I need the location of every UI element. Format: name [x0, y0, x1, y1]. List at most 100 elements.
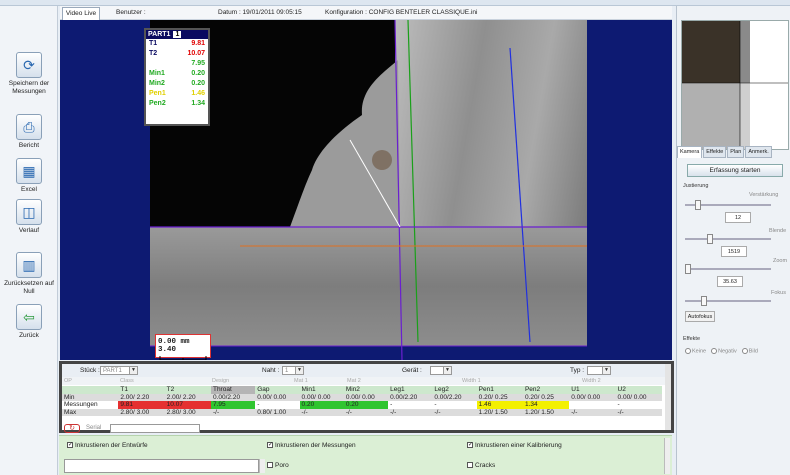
chevron-down-icon[interactable]: ▼ [602, 367, 610, 374]
notes-textarea[interactable] [64, 459, 259, 473]
measurement-overlay: PART1 1 T1 9.81 T2 10.07 7.95 Min1 0.20 Min2 0.2… [144, 28, 210, 126]
table-cell: -/- [299, 408, 344, 416]
table-header-cell: Pen1 [476, 386, 523, 394]
excel-icon: ▦ [16, 158, 42, 184]
table-cell: 0.20 [343, 401, 389, 409]
gain-slider[interactable] [685, 200, 771, 210]
typ-select[interactable]: ▼ [587, 366, 611, 375]
table-cell: - [615, 401, 662, 409]
radio-keine-circle[interactable] [685, 348, 691, 354]
fokus-label: Fokus [771, 290, 786, 296]
radio-bild[interactable]: Bild [741, 348, 758, 354]
overlay-row-value: 9.81 [191, 40, 205, 47]
checkbox-kalibrierung[interactable]: ✓ [467, 442, 473, 449]
right-panel: Kamera Effekte Plan Anmerk. Erfassung st… [676, 6, 790, 475]
scale-text: 0.00 mm 3.40 [158, 338, 190, 354]
ghost-width1: Width 1 [462, 378, 481, 384]
back-button[interactable]: ⇦ Zurück [4, 304, 54, 340]
check-entwuerfe[interactable]: ✓ Inkrustieren der Entwürfe [67, 442, 148, 449]
history-button[interactable]: ◫ Verlauf [4, 199, 54, 235]
radio-bild-circle[interactable] [741, 348, 748, 354]
naht-select[interactable]: 1 ▼ [282, 366, 304, 375]
start-capture-button[interactable]: Erfassung starten [687, 164, 783, 177]
table-row-label: Messungen [64, 401, 98, 408]
table-cell: 0.00/ 0.00 [299, 393, 344, 401]
table-header-cell: Gap [255, 386, 300, 394]
overlay-row: Min2 0.20 [146, 79, 208, 89]
back-arrow-icon: ⇦ [16, 304, 42, 330]
serial-input[interactable] [110, 424, 200, 433]
zoom-slider-thumb[interactable] [685, 264, 691, 274]
check-messungen[interactable]: ✓ Inkrustieren der Messungen [267, 442, 356, 449]
checkbox-messungen[interactable]: ✓ [267, 442, 273, 449]
save-measurements-button[interactable]: ⟳ Speichern der Messungen [4, 52, 54, 96]
overlay-row-key: Pen2 [149, 100, 166, 107]
radio-keine[interactable]: Keine [685, 348, 706, 354]
zoom-label: Zoom [773, 258, 788, 264]
excel-button[interactable]: ▦ Excel [4, 158, 54, 194]
overlay-row-value: 7.95 [191, 60, 205, 67]
panel-right-scrollbar[interactable] [664, 438, 670, 474]
table-cell: 0.00/ 0.00 [343, 393, 389, 401]
stueck-select[interactable]: PART1 ▼ [100, 366, 138, 375]
aperture-field[interactable]: 1519 [721, 246, 747, 257]
tab-anmerk[interactable]: Anmerk. [745, 146, 772, 158]
ghost-design: Design [212, 378, 230, 384]
report-button[interactable]: ⎙ Bericht [4, 114, 54, 150]
weld-porosity [372, 150, 392, 170]
measure-line-green [407, 20, 419, 343]
radio-negativ[interactable]: Negativ [711, 348, 737, 354]
table-cell: -/- [210, 408, 256, 416]
check-cracks[interactable]: Cracks [467, 462, 495, 469]
ghost-op: OP [64, 378, 72, 384]
tab-plan[interactable]: Plan [727, 146, 745, 158]
geraet-label: Gerät : [402, 367, 422, 374]
overlay-row-value: 0.20 [191, 70, 205, 77]
blende-label: Blende [769, 228, 787, 234]
chevron-down-icon[interactable]: ▼ [295, 367, 303, 374]
tab-video-live[interactable]: Video Live [62, 7, 100, 20]
table-cell: - [432, 401, 477, 409]
refresh-icon[interactable]: ↻ [64, 424, 80, 433]
geraet-select[interactable]: ▼ [430, 366, 452, 375]
check-kalibrierung[interactable]: ✓ Inkrustieren einer Kalibrierung [467, 442, 562, 449]
gain-slider-thumb[interactable] [695, 200, 701, 210]
check-entwuerfe-label: Inkrustieren der Entwürfe [75, 442, 148, 449]
focus-slider-thumb[interactable] [701, 296, 707, 306]
focus-slider[interactable] [685, 296, 771, 306]
panel-scrollbar[interactable] [665, 364, 671, 430]
checkbox-entwuerfe[interactable]: ✓ [67, 442, 73, 449]
overlay-row-value: 1.34 [191, 100, 205, 107]
table-row: Max 2.80/ 3.00 2.80/ 3.00 -/- 0.80/ 1.00 -/- -… [62, 408, 662, 416]
aperture-slider-thumb[interactable] [707, 234, 713, 244]
autofocus-button[interactable]: Autofokus [685, 311, 715, 322]
table-cell: 1.46 [476, 401, 523, 409]
table-row-label: Max [62, 408, 119, 416]
video-view[interactable]: PART1 1 T1 9.81 T2 10.07 7.95 Min1 0.20 Min2 0.2… [60, 20, 672, 360]
table-header-cell: Throat [210, 386, 256, 394]
checkbox-poro[interactable] [267, 462, 273, 469]
konfiguration-label: Konfiguration : CONFIG BENTELER CLASSIQU… [325, 9, 478, 16]
radio-negativ-circle[interactable] [711, 348, 718, 354]
tab-effekte[interactable]: Effekte [703, 146, 727, 158]
zoom-slider[interactable] [685, 264, 771, 274]
zoom-field[interactable]: 35.63 [717, 276, 743, 287]
effect-radios: Keine Negativ Bild [685, 348, 758, 354]
table-header-cell: T2 [164, 386, 211, 394]
gain-field[interactable]: 12 [725, 212, 751, 223]
tab-kamera[interactable]: Kamera [677, 146, 703, 158]
aperture-slider[interactable] [685, 234, 771, 244]
table-cell: 1.34 [522, 401, 570, 409]
table-header-cell: Leg1 [388, 386, 433, 394]
notes-scrollbar[interactable] [259, 459, 265, 473]
chevron-down-icon[interactable]: ▼ [129, 367, 137, 374]
checkbox-cracks[interactable] [467, 462, 473, 469]
chevron-down-icon[interactable]: ▼ [443, 367, 451, 374]
reset-button[interactable]: ▥ Zurücksetzen auf Null [4, 252, 54, 296]
ghost-mat2: Mat 2 [347, 378, 361, 384]
table-cell: -/- [615, 408, 662, 416]
overlay-row-value: 10.07 [187, 50, 205, 57]
camera-preview[interactable] [681, 20, 789, 150]
check-poro[interactable]: Poro [267, 462, 289, 469]
datum-label: Datum : 19/01/2011 09:05:15 [218, 9, 302, 16]
